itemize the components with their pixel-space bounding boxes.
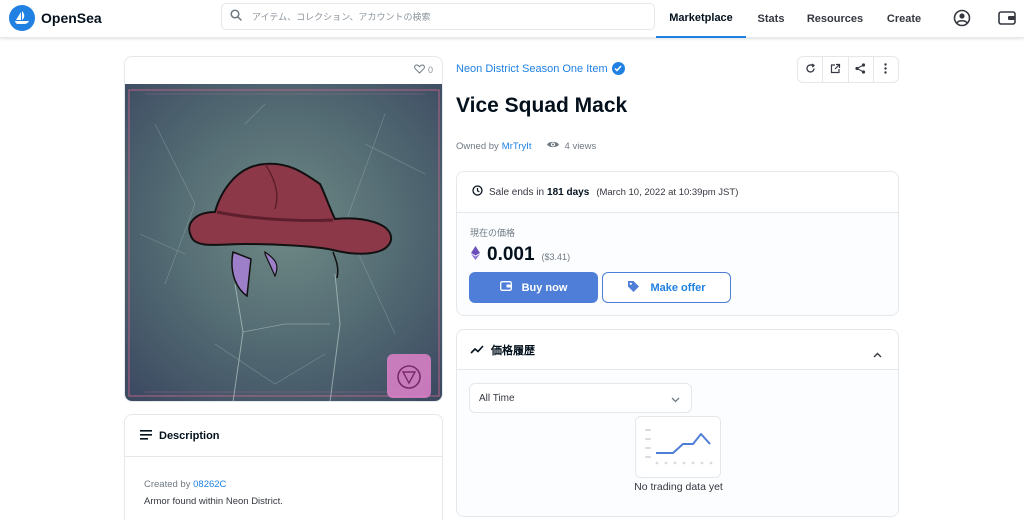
price-history-panel: 価格履歴 All Time No trading data yet — [456, 329, 899, 517]
collection-link[interactable]: Neon District Season One Item — [456, 62, 625, 75]
share-icon — [855, 61, 866, 79]
no-trading-data-text: No trading data yet — [634, 481, 723, 493]
collection-name: Neon District Season One Item — [456, 62, 608, 75]
views-count: 4 views — [546, 140, 597, 152]
opensea-boat-icon — [9, 5, 35, 31]
views-label: 4 views — [564, 140, 597, 152]
price-row: 0.001 ($3.41) — [471, 244, 570, 266]
share-button[interactable] — [849, 57, 874, 82]
description-text: Armor found within Neon District. — [144, 496, 283, 507]
buy-now-button[interactable]: Buy now — [469, 272, 598, 303]
list-icon — [140, 427, 152, 445]
eth-icon — [471, 245, 480, 265]
nav-marketplace[interactable]: Marketplace — [656, 0, 746, 38]
tag-icon — [627, 280, 640, 295]
favorite-count: 0 — [427, 65, 433, 75]
time-range-select[interactable]: All Time — [469, 383, 692, 413]
sale-ends-in: 181 days — [547, 186, 590, 198]
clock-icon — [472, 185, 483, 199]
favorite-button[interactable]: 0 — [414, 64, 433, 76]
chevron-up-icon[interactable] — [873, 345, 882, 363]
buy-now-label: Buy now — [521, 281, 568, 294]
description-heading: Description — [159, 429, 220, 442]
asset-title: Vice Squad Mack — [456, 94, 628, 117]
search-bar[interactable] — [221, 3, 655, 30]
description-header[interactable]: Description — [125, 415, 442, 457]
description-panel: Description Created by 08262C Armor foun… — [124, 414, 443, 520]
external-link-button[interactable] — [823, 57, 849, 82]
owner-link[interactable]: MrTryIt — [502, 141, 532, 152]
refresh-button[interactable] — [798, 57, 824, 82]
make-offer-button[interactable]: Make offer — [602, 272, 731, 303]
asset-actions-toolbar — [797, 56, 899, 83]
brand-name: OpenSea — [41, 10, 102, 26]
wallet-icon[interactable] — [996, 7, 1018, 29]
time-range-value: All Time — [479, 392, 515, 404]
sale-timer: Sale ends in 181 days (March 10, 2022 at… — [457, 172, 898, 213]
nav-resources[interactable]: Resources — [800, 0, 870, 38]
price-eth: 0.001 — [487, 244, 535, 265]
price-history-header[interactable]: 価格履歴 — [457, 330, 898, 370]
heart-icon — [414, 64, 425, 76]
profile-icon[interactable] — [951, 7, 973, 29]
price-history-body: All Time No trading data yet — [457, 370, 898, 516]
created-by-label: Created by — [144, 479, 191, 490]
price-history-heading: 価格履歴 — [491, 344, 535, 357]
empty-chart-illustration — [635, 416, 721, 478]
nav-create[interactable]: Create — [876, 0, 932, 38]
external-link-icon — [830, 61, 841, 79]
asset-image[interactable] — [125, 84, 443, 402]
make-offer-label: Make offer — [650, 281, 706, 294]
verified-badge-icon — [611, 62, 625, 75]
sale-ends-label: Sale ends in — [489, 186, 545, 198]
price-usd: ($3.41) — [541, 252, 571, 262]
eye-icon — [546, 140, 560, 152]
search-input[interactable] — [252, 11, 632, 22]
creator-link[interactable]: 08262C — [193, 479, 226, 490]
more-vertical-icon — [884, 61, 888, 79]
wallet-icon — [499, 281, 512, 294]
created-by-line: Created by 08262C — [144, 479, 442, 490]
chevron-down-icon — [671, 395, 680, 406]
opensea-logo[interactable]: OpenSea — [9, 5, 102, 31]
trending-icon — [470, 341, 484, 359]
search-icon — [230, 8, 242, 26]
owned-by-label: Owned by — [456, 140, 499, 152]
refresh-icon — [805, 61, 816, 79]
description-body: Created by 08262C Armor found within Neo… — [125, 457, 442, 507]
more-options-button[interactable] — [874, 57, 898, 82]
asset-media-card: 0 — [124, 56, 443, 402]
nav-stats[interactable]: Stats — [750, 0, 792, 38]
owner-line: Owned by MrTryIt 4 views — [456, 140, 596, 152]
current-price-label: 現在の価格 — [470, 228, 516, 238]
top-navbar: OpenSea Marketplace Stats Resources Crea… — [0, 0, 1024, 38]
sale-end-date: (March 10, 2022 at 10:39pm JST) — [596, 186, 739, 198]
